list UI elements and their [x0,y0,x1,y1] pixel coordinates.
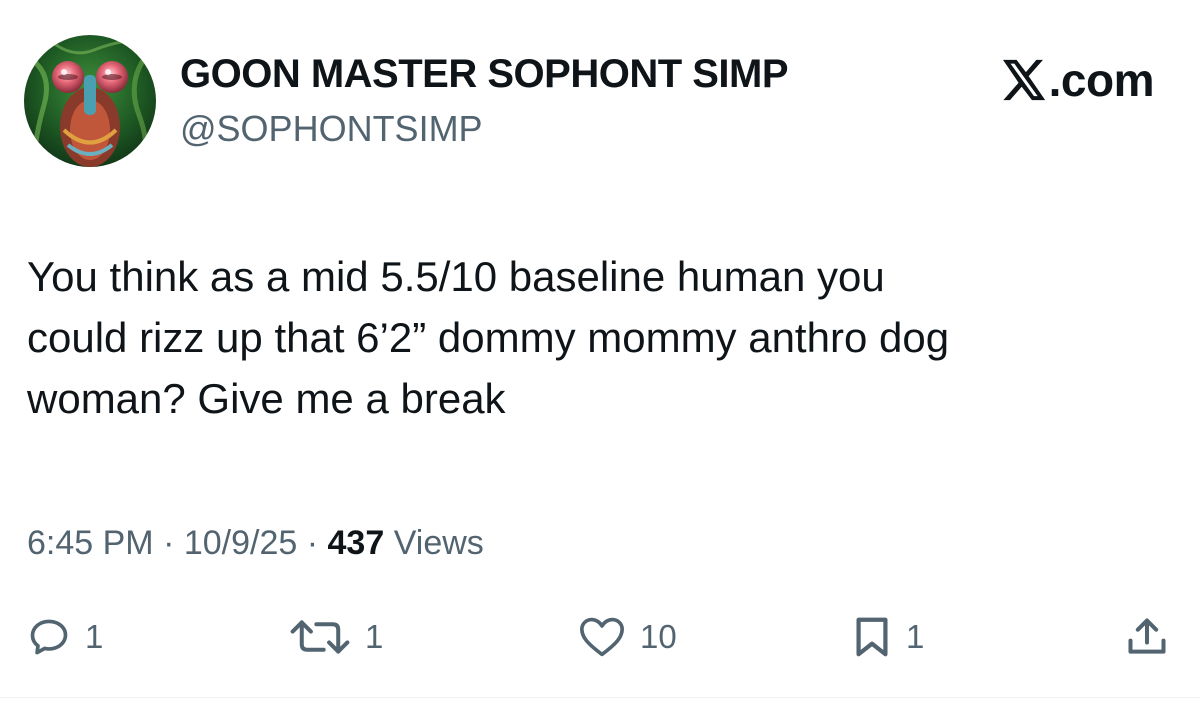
reply-count: 1 [85,618,104,655]
meta-separator: · [153,524,184,562]
repost-count: 1 [365,618,384,655]
reply-icon [30,619,68,655]
tweet-date[interactable]: 10/9/25 [184,524,297,562]
bookmark-button[interactable]: 1 [852,612,924,662]
tweet-text-line: woman? Give me a break [27,375,506,422]
tweet-text: You think as a mid 5.5/10 baseline human… [27,246,1177,429]
brand-watermark: .com [1002,54,1155,106]
like-count: 10 [640,618,677,655]
repost-icon [290,620,350,654]
views-label: Views [384,524,484,562]
views-count: 437 [327,524,385,562]
author-handle[interactable]: @SOPHONTSIMP [180,107,483,151]
reply-button[interactable]: 1 [27,612,103,662]
brand-text: .com [1048,54,1155,106]
share-button[interactable] [1125,612,1169,662]
heart-icon [579,617,624,657]
tweet-card: GOON MASTER SOPHONT SIMP @SOPHONTSIMP .c… [0,0,1200,713]
tweet-text-line: You think as a mid 5.5/10 baseline human… [27,253,885,300]
bottom-divider [0,697,1200,698]
share-icon [1128,618,1166,654]
x-logo-icon [1002,59,1045,101]
repost-button[interactable]: 1 [289,612,383,662]
bookmark-count: 1 [906,618,925,655]
tweet-text-line: could rizz up that 6’2” dommy mommy anth… [27,314,950,361]
tweet-meta: 6:45 PM · 10/9/25 · 437 Views [27,521,484,565]
meta-separator: · [297,524,328,562]
avatar[interactable] [24,35,156,167]
like-button[interactable]: 10 [578,612,677,662]
tweet-time[interactable]: 6:45 PM [27,524,154,562]
bookmark-icon [856,617,888,657]
mantis-shrimp-avatar-icon [24,35,156,167]
action-bar: 1 1 10 1 [0,612,1200,662]
author-display-name[interactable]: GOON MASTER SOPHONT SIMP [180,50,789,98]
